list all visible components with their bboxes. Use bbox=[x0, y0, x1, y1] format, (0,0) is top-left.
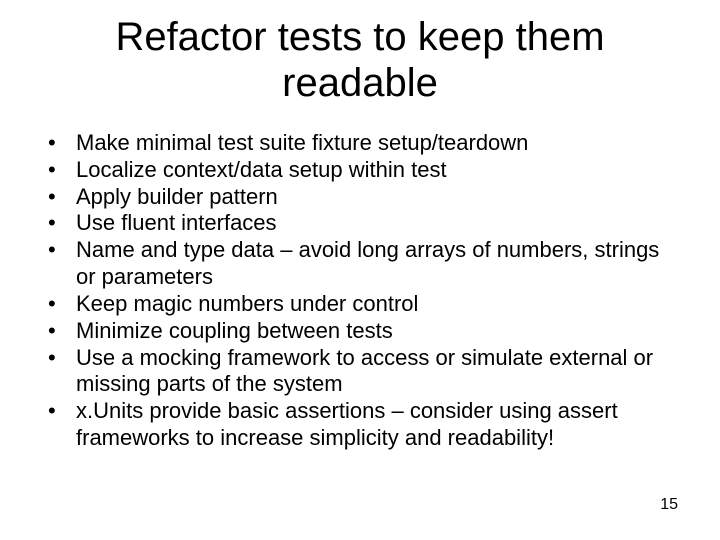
bullet-icon: • bbox=[48, 291, 56, 318]
list-item: • Keep magic numbers under control bbox=[46, 291, 680, 318]
list-item-text: Minimize coupling between tests bbox=[76, 318, 393, 343]
list-item-text: Use a mocking framework to access or sim… bbox=[76, 345, 653, 397]
bullet-icon: • bbox=[48, 345, 56, 372]
bullet-icon: • bbox=[48, 398, 56, 425]
list-item: • Minimize coupling between tests bbox=[46, 318, 680, 345]
slide-title: Refactor tests to keep them readable bbox=[60, 14, 660, 106]
list-item: • Make minimal test suite fixture setup/t… bbox=[46, 130, 680, 157]
list-item: • x.Units provide basic assertions – cons… bbox=[46, 398, 680, 452]
bullet-icon: • bbox=[48, 210, 56, 237]
list-item: • Use a mocking framework to access or si… bbox=[46, 345, 680, 399]
list-item: • Name and type data – avoid long arrays … bbox=[46, 237, 680, 291]
list-item-text: Apply builder pattern bbox=[76, 184, 278, 209]
bullet-icon: • bbox=[48, 184, 56, 211]
slide: Refactor tests to keep them readable • Ma… bbox=[0, 0, 720, 540]
list-item-text: Make minimal test suite fixture setup/te… bbox=[76, 130, 528, 155]
list-item: • Use fluent interfaces bbox=[46, 210, 680, 237]
list-item-text: Keep magic numbers under control bbox=[76, 291, 418, 316]
page-number: 15 bbox=[660, 496, 678, 514]
bullet-list: • Make minimal test suite fixture setup/t… bbox=[40, 130, 680, 452]
bullet-icon: • bbox=[48, 237, 56, 264]
bullet-icon: • bbox=[48, 157, 56, 184]
list-item-text: Localize context/data setup within test bbox=[76, 157, 447, 182]
list-item: • Localize context/data setup within test bbox=[46, 157, 680, 184]
list-item-text: Use fluent interfaces bbox=[76, 210, 277, 235]
bullet-icon: • bbox=[48, 130, 56, 157]
list-item-text: x.Units provide basic assertions – consi… bbox=[76, 398, 618, 450]
list-item-text: Name and type data – avoid long arrays o… bbox=[76, 237, 659, 289]
list-item: • Apply builder pattern bbox=[46, 184, 680, 211]
bullet-icon: • bbox=[48, 318, 56, 345]
